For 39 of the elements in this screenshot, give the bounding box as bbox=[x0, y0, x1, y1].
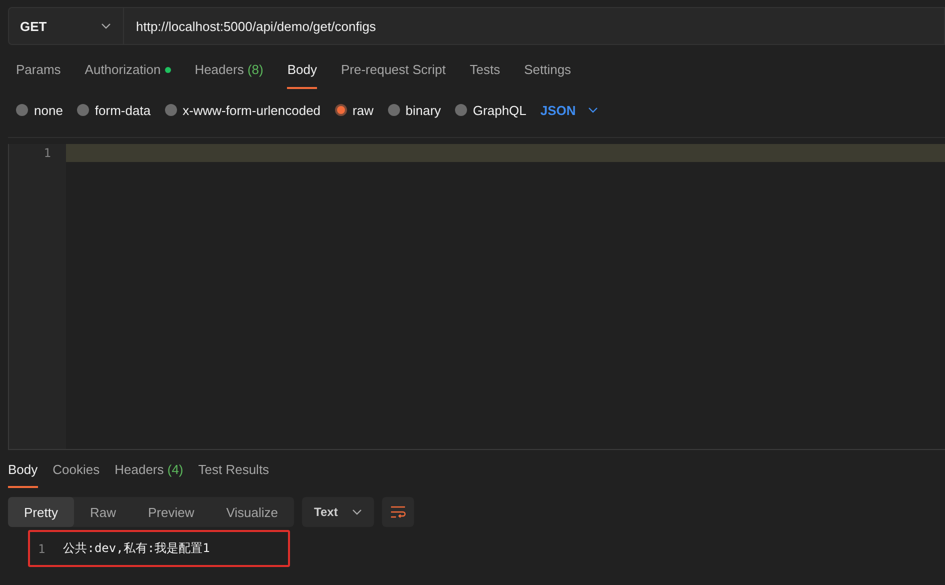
wrap-lines-icon bbox=[390, 505, 406, 519]
response-text: 公共:dev,私有:我是配置1 bbox=[63, 540, 210, 557]
response-tab[interactable]: Cookies bbox=[52, 460, 100, 488]
radio-label[interactable]: form-data bbox=[94, 102, 151, 118]
line-number: 1 bbox=[42, 145, 52, 162]
view-tab[interactable]: Visualize bbox=[210, 497, 294, 527]
radio-label[interactable]: binary bbox=[406, 102, 441, 118]
wrap-lines-button[interactable] bbox=[382, 497, 414, 527]
view-tab[interactable]: Preview bbox=[132, 497, 210, 527]
radio-label[interactable]: raw bbox=[352, 102, 374, 118]
request-tab[interactable]: Pre-request Script bbox=[340, 61, 446, 89]
radio-label[interactable]: GraphQL bbox=[472, 102, 526, 118]
chevron-down-icon bbox=[352, 509, 362, 515]
chevron-down-icon bbox=[101, 23, 111, 29]
radio-button[interactable] bbox=[16, 104, 28, 116]
chevron-down-icon bbox=[588, 107, 598, 113]
radio-button[interactable] bbox=[388, 104, 400, 116]
format-dropdown[interactable]: JSON bbox=[540, 102, 598, 118]
request-tab[interactable]: Headers (8) bbox=[194, 61, 264, 89]
request-tab[interactable]: Params bbox=[16, 61, 61, 89]
radio-button[interactable] bbox=[334, 104, 347, 116]
line-number: 1 bbox=[37, 542, 46, 556]
request-tab[interactable]: Tests bbox=[470, 61, 500, 89]
url-field[interactable]: http://localhost:5000/api/demo/get/configs bbox=[124, 7, 945, 45]
radio-button[interactable] bbox=[164, 104, 177, 116]
view-tab[interactable]: Raw bbox=[74, 497, 132, 527]
request-tab[interactable]: Settings bbox=[524, 61, 572, 89]
radio-button[interactable] bbox=[76, 104, 89, 116]
response-tab[interactable]: Test Results bbox=[198, 460, 270, 488]
response-format-dropdown[interactable]: Text bbox=[302, 497, 374, 527]
radio-label[interactable]: x-www-form-urlencoded bbox=[182, 102, 321, 118]
radio-label[interactable]: none bbox=[34, 102, 63, 118]
view-tab[interactable]: Pretty bbox=[8, 497, 74, 527]
response-tab[interactable]: Body bbox=[8, 460, 38, 488]
request-tab[interactable]: Authorization bbox=[84, 61, 171, 89]
response-tab[interactable]: Headers (4) bbox=[114, 460, 184, 488]
radio-button[interactable] bbox=[454, 104, 467, 116]
request-tab[interactable]: Body bbox=[287, 61, 317, 89]
method-dropdown[interactable]: GET bbox=[8, 7, 124, 45]
